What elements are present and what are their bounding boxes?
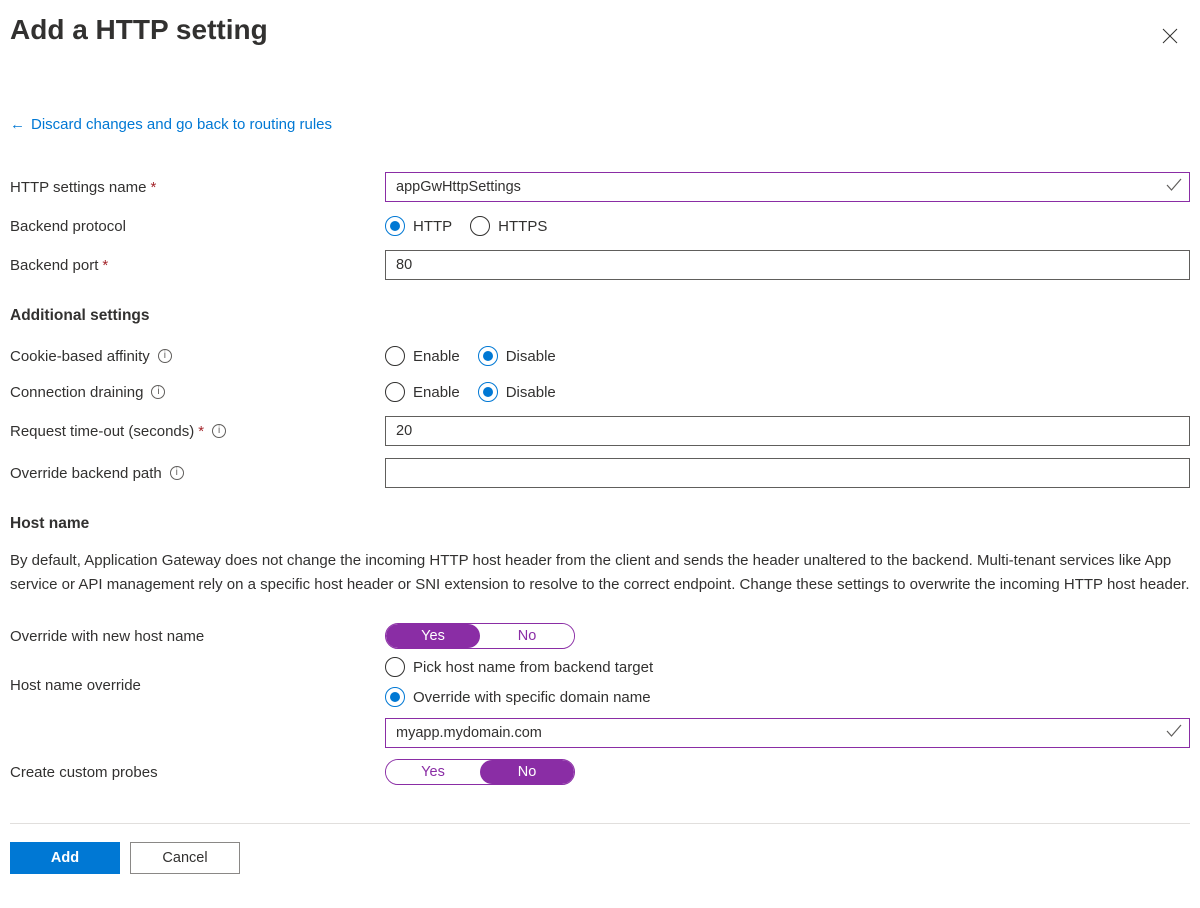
required-indicator: * [102, 257, 108, 274]
override-new-host-label: Override with new host name [10, 628, 204, 645]
pick-from-backend-radio[interactable]: Pick host name from backend target [385, 657, 653, 677]
radio-label: HTTPS [498, 218, 547, 235]
radio-label: Disable [506, 348, 556, 365]
back-link-label: Discard changes and go back to routing r… [31, 116, 332, 133]
http-settings-name-label: HTTP settings name [10, 179, 146, 196]
info-icon[interactable]: i [151, 385, 165, 399]
protocol-https-radio[interactable]: HTTPS [470, 216, 547, 236]
arrow-left-icon: ← [10, 116, 25, 133]
required-indicator: * [198, 423, 204, 440]
additional-settings-heading: Additional settings [10, 307, 1190, 325]
override-specific-radio[interactable]: Override with specific domain name [385, 687, 653, 707]
required-indicator: * [150, 179, 156, 196]
override-backend-path-input[interactable] [385, 458, 1190, 488]
radio-label: Override with specific domain name [413, 689, 651, 706]
override-host-toggle[interactable]: Yes No [385, 623, 575, 649]
dialog-title: Add a HTTP setting [10, 14, 268, 46]
add-button[interactable]: Add [10, 842, 120, 874]
override-host-no[interactable]: No [480, 624, 574, 648]
backend-protocol-label: Backend protocol [10, 218, 126, 235]
discard-back-link[interactable]: ← Discard changes and go back to routing… [10, 116, 332, 133]
custom-probes-toggle[interactable]: Yes No [385, 759, 575, 785]
radio-label: HTTP [413, 218, 452, 235]
radio-label: Pick host name from backend target [413, 659, 653, 676]
domain-name-input[interactable] [385, 718, 1190, 748]
radio-label: Enable [413, 348, 460, 365]
custom-probes-yes[interactable]: Yes [386, 760, 480, 784]
create-custom-probes-label: Create custom probes [10, 764, 158, 781]
checkmark-icon [1166, 178, 1182, 196]
checkmark-icon [1166, 724, 1182, 742]
host-name-heading: Host name [10, 515, 1190, 533]
override-host-yes[interactable]: Yes [386, 624, 480, 648]
host-name-description: By default, Application Gateway does not… [10, 549, 1190, 597]
backend-port-label: Backend port [10, 257, 98, 274]
protocol-http-radio[interactable]: HTTP [385, 216, 452, 236]
cookie-affinity-label: Cookie-based affinity [10, 348, 150, 365]
override-backend-path-label: Override backend path [10, 465, 162, 482]
close-icon [1162, 28, 1178, 44]
info-icon[interactable]: i [212, 424, 226, 438]
host-name-override-label: Host name override [10, 677, 141, 694]
connection-draining-enable-radio[interactable]: Enable [385, 382, 460, 402]
connection-draining-label: Connection draining [10, 384, 143, 401]
http-settings-name-input[interactable] [385, 172, 1190, 202]
backend-port-input[interactable] [385, 250, 1190, 280]
close-button[interactable] [1150, 16, 1190, 56]
info-icon[interactable]: i [158, 349, 172, 363]
cookie-affinity-enable-radio[interactable]: Enable [385, 346, 460, 366]
radio-label: Enable [413, 384, 460, 401]
info-icon[interactable]: i [170, 466, 184, 480]
cookie-affinity-disable-radio[interactable]: Disable [478, 346, 556, 366]
custom-probes-no[interactable]: No [480, 760, 574, 784]
cancel-button[interactable]: Cancel [130, 842, 240, 874]
request-timeout-label: Request time-out (seconds) [10, 423, 194, 440]
connection-draining-disable-radio[interactable]: Disable [478, 382, 556, 402]
radio-label: Disable [506, 384, 556, 401]
request-timeout-input[interactable] [385, 416, 1190, 446]
